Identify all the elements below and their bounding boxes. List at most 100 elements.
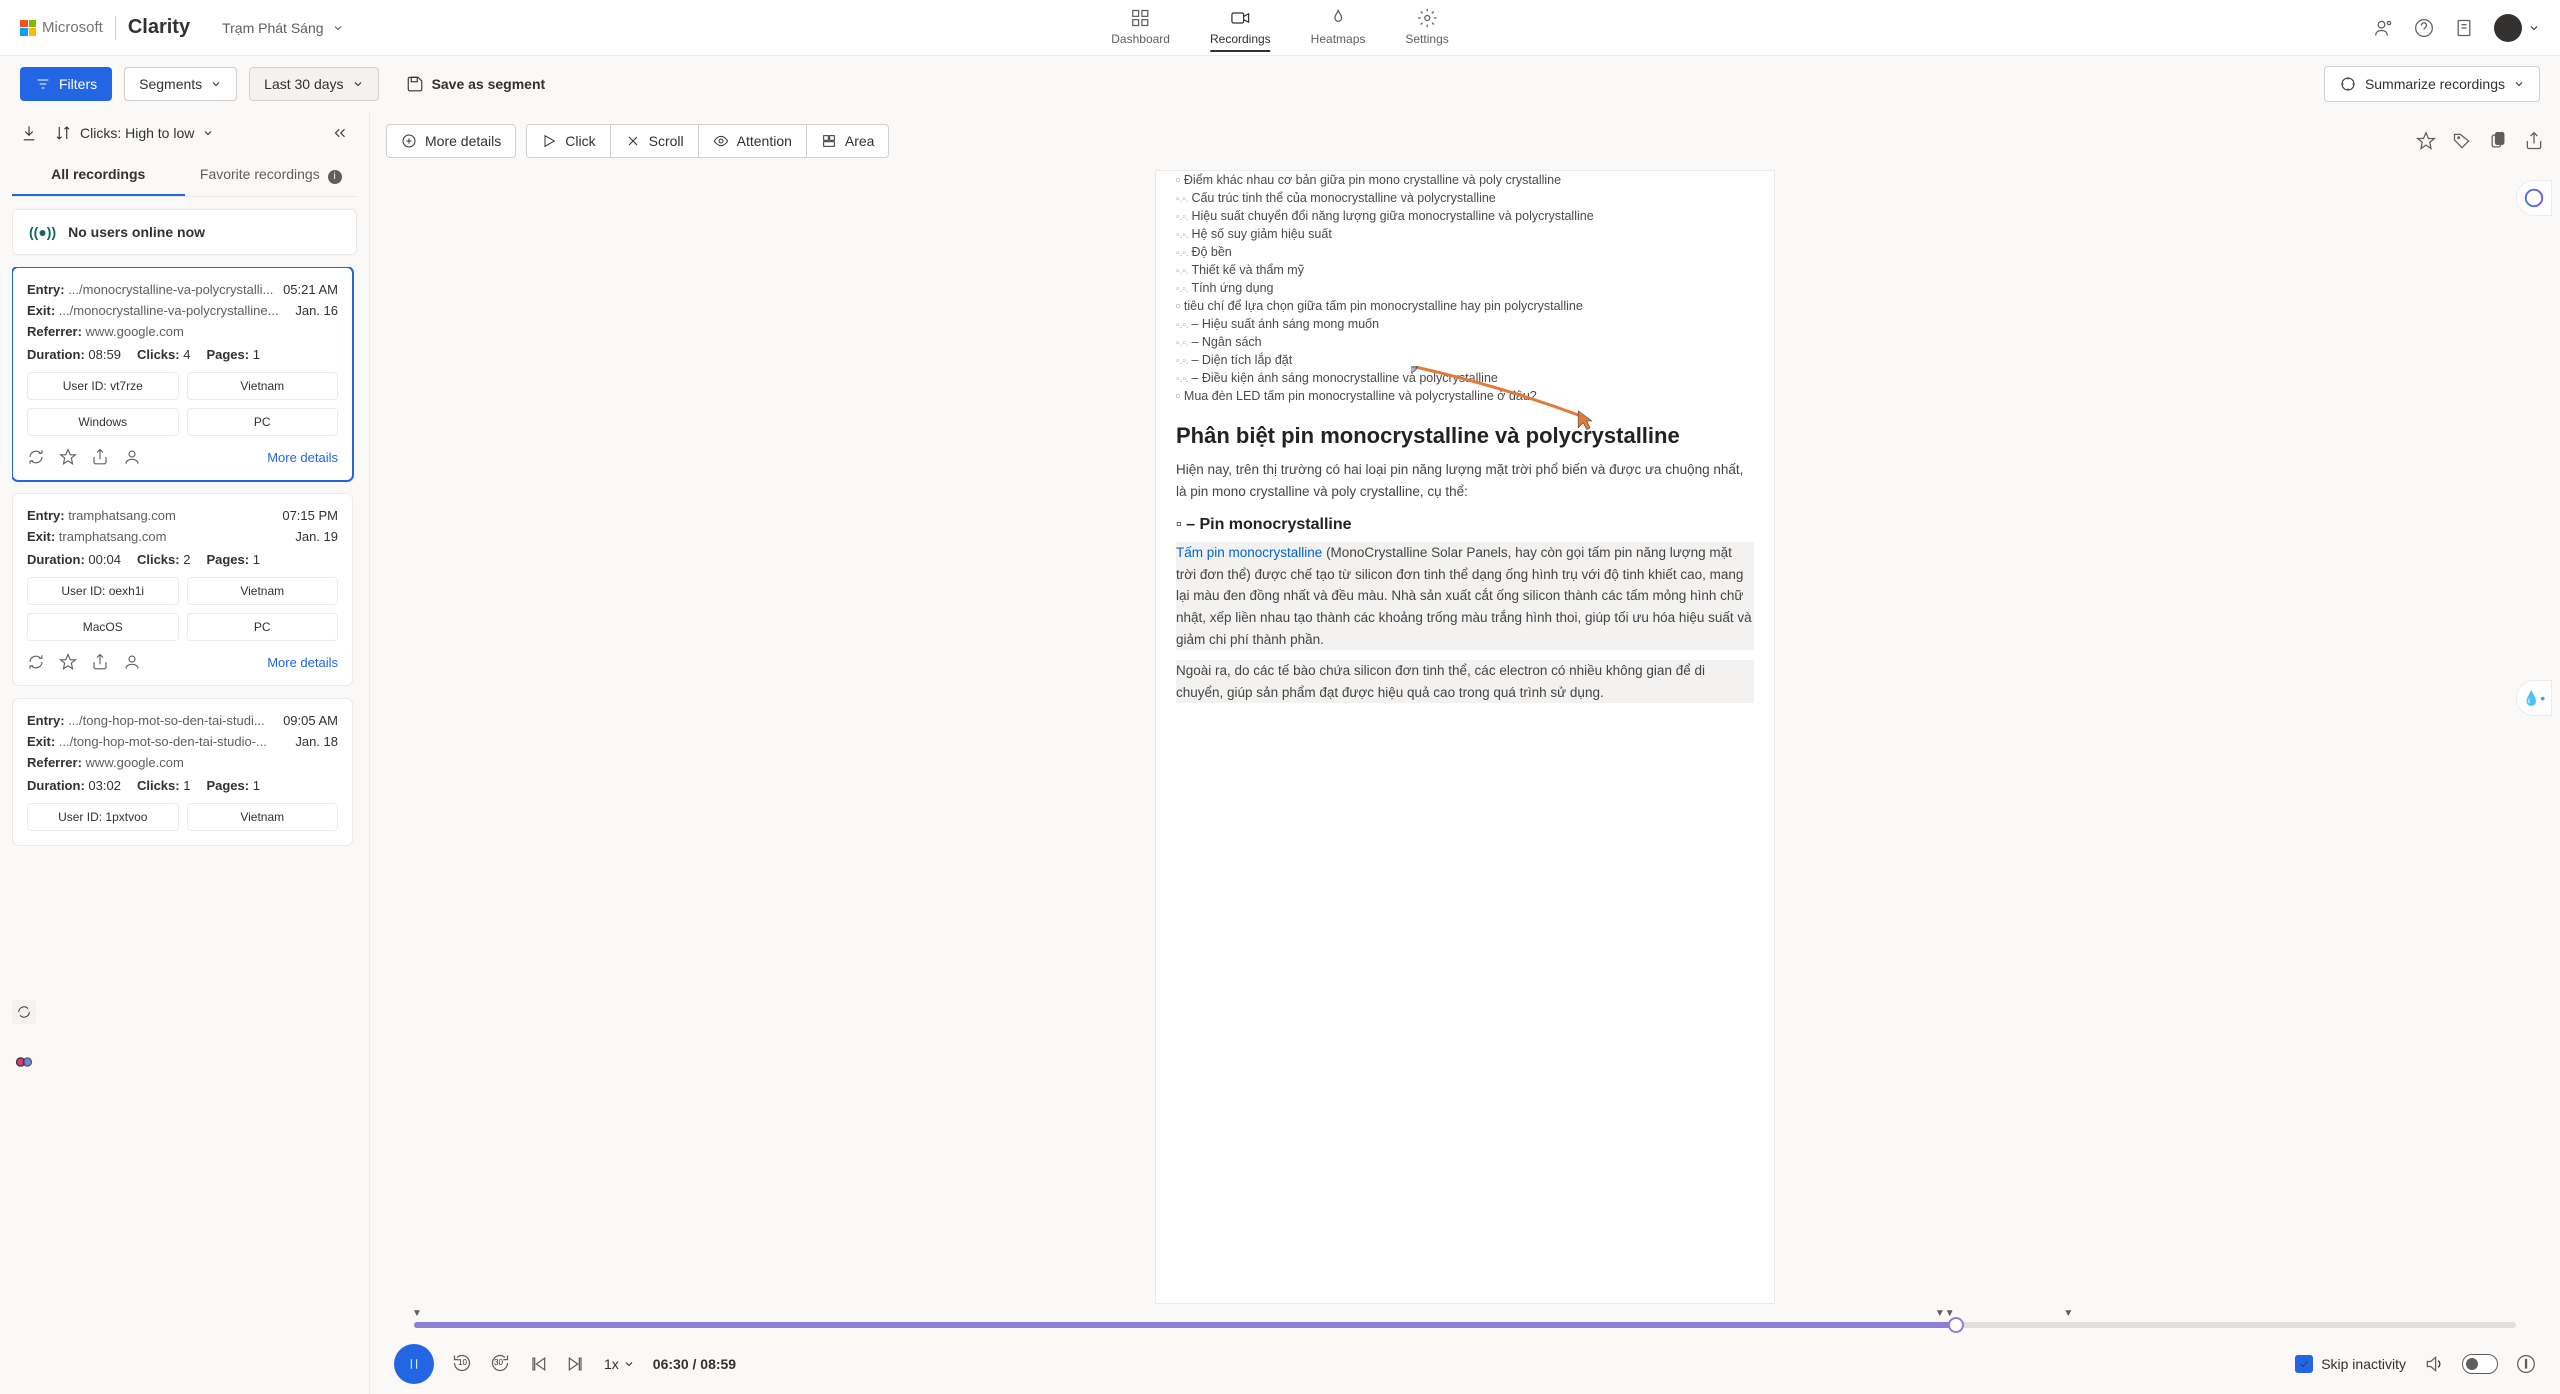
user-icon[interactable] (123, 448, 141, 466)
next-button[interactable] (566, 1354, 586, 1374)
collapse-icon[interactable] (331, 124, 349, 142)
clarity-logo[interactable]: Clarity (128, 16, 190, 39)
nav-heatmaps[interactable]: Heatmaps (1311, 4, 1366, 52)
download-icon[interactable] (20, 124, 38, 142)
timeline[interactable]: ▼ ▼▼ ▼ (394, 1312, 2536, 1332)
rec-time: 09:05 AM (283, 713, 338, 728)
nav-recordings[interactable]: Recordings (1210, 4, 1271, 52)
tag-os[interactable]: Windows (27, 408, 179, 436)
tag-userid[interactable]: User ID: oexh1i (27, 577, 179, 605)
page-preview: Điểm khác nhau cơ bản giữa pin mono crys… (1155, 170, 1775, 1304)
tag-country[interactable]: Vietnam (187, 577, 339, 605)
tag-os[interactable]: MacOS (27, 613, 179, 641)
tag-userid[interactable]: User ID: vt7rze (27, 372, 179, 400)
tag-icon[interactable] (2452, 131, 2472, 151)
toggle-switch[interactable] (2462, 1354, 2498, 1374)
refresh-icon[interactable] (27, 448, 45, 466)
copy-icon[interactable] (2488, 131, 2508, 151)
tag-country[interactable]: Vietnam (187, 372, 339, 400)
help-icon[interactable] (2414, 18, 2434, 38)
info-icon[interactable]: i (2516, 1354, 2536, 1374)
project-name-label: Trạm Phát Sáng (222, 20, 323, 36)
nav-label: Dashboard (1111, 32, 1170, 46)
recordings-list[interactable]: Entry: .../monocrystalline-va-polycrysta… (12, 267, 357, 1394)
session-viewer: Điểm khác nhau cơ bản giữa pin mono crys… (370, 170, 2560, 1304)
entry-label: Entry: (27, 282, 65, 297)
referrer-value: www.google.com (86, 324, 184, 339)
save-segment-button[interactable]: Save as segment (391, 66, 561, 102)
pages-label: Pages: (206, 347, 249, 362)
more-details-link[interactable]: More details (267, 655, 338, 670)
microsoft-logo[interactable]: Microsoft (20, 19, 103, 36)
user-menu[interactable] (2494, 14, 2540, 42)
copilot-badge[interactable] (12, 1050, 36, 1074)
speed-selector[interactable]: 1x (604, 1356, 635, 1372)
water-float-icon[interactable]: 💧• (2516, 680, 2552, 716)
forward-button[interactable]: 30 (490, 1353, 510, 1376)
user-icon[interactable] (123, 653, 141, 671)
more-details-button[interactable]: More details (386, 124, 516, 158)
content-toolbar: More details Click Scroll Attention Are (370, 112, 2560, 170)
nav-settings[interactable]: Settings (1405, 4, 1448, 52)
recording-card[interactable]: Entry: .../tong-hop-mot-so-den-tai-studi… (12, 698, 353, 846)
tag-device[interactable]: PC (187, 613, 339, 641)
save-segment-label: Save as segment (432, 76, 546, 92)
star-icon[interactable] (59, 653, 77, 671)
entry-label: Entry: (27, 713, 65, 728)
date-range-button[interactable]: Last 30 days (249, 67, 378, 101)
scroll-label: Scroll (649, 133, 684, 149)
timeline-scrubber[interactable] (1948, 1317, 1964, 1333)
pause-button[interactable] (394, 1344, 434, 1384)
clicks-value: 2 (183, 552, 190, 567)
share-icon[interactable] (91, 653, 109, 671)
divider (115, 16, 116, 40)
copilot-float-icon[interactable] (2516, 180, 2552, 216)
tab-all-recordings[interactable]: All recordings (12, 154, 185, 196)
project-selector[interactable]: Trạm Phát Sáng (222, 20, 343, 36)
controls-right: Skip inactivity i (2295, 1354, 2536, 1374)
pages-value: 1 (253, 552, 260, 567)
more-details-link[interactable]: More details (267, 450, 338, 465)
checkbox-icon (2295, 1355, 2313, 1373)
sort-button[interactable]: Clicks: High to low (54, 124, 214, 142)
exit-value: tramphatsang.com (59, 529, 167, 544)
area-mode-button[interactable]: Area (807, 125, 889, 157)
recording-card[interactable]: Entry: tramphatsang.com 07:15 PM Exit: t… (12, 493, 353, 686)
attention-mode-button[interactable]: Attention (699, 125, 807, 157)
exit-value: .../monocrystalline-va-polycrystalline..… (59, 303, 279, 318)
people-icon[interactable] (2374, 18, 2394, 38)
click-mode-button[interactable]: Click (527, 125, 610, 157)
app-header: Microsoft Clarity Trạm Phát Sáng Dashboa… (0, 0, 2560, 56)
tag-userid[interactable]: User ID: 1pxtvoo (27, 803, 179, 831)
plus-icon (401, 133, 417, 149)
exit-label: Exit: (27, 734, 55, 749)
summarize-button[interactable]: Summarize recordings (2324, 66, 2540, 102)
segments-button[interactable]: Segments (124, 67, 237, 101)
skip-inactivity-toggle[interactable]: Skip inactivity (2295, 1355, 2406, 1373)
scroll-mode-button[interactable]: Scroll (611, 125, 699, 157)
notes-icon[interactable] (2454, 18, 2474, 38)
tag-country[interactable]: Vietnam (187, 803, 339, 831)
date-range-label: Last 30 days (264, 76, 343, 92)
share-icon[interactable] (2524, 131, 2544, 151)
prev-button[interactable] (528, 1354, 548, 1374)
area-icon (821, 133, 837, 149)
chevron-down-icon (332, 22, 344, 34)
entry-value: .../monocrystalline-va-polycrystalli... (68, 282, 273, 297)
share-icon[interactable] (91, 448, 109, 466)
sort-label: Clicks: High to low (80, 125, 194, 141)
refresh-icon[interactable] (27, 653, 45, 671)
filters-button[interactable]: Filters (20, 67, 112, 101)
tag-device[interactable]: PC (187, 408, 339, 436)
rewind-button[interactable]: 10 (452, 1353, 472, 1376)
recording-card[interactable]: Entry: .../monocrystalline-va-polycrysta… (12, 267, 353, 481)
volume-icon[interactable] (2424, 1354, 2444, 1374)
star-icon[interactable] (2416, 131, 2436, 151)
scroll-icon (625, 133, 641, 149)
page-heading: Phân biệt pin monocrystalline và polycry… (1176, 423, 1754, 449)
refresh-badge[interactable] (12, 1000, 36, 1024)
star-icon[interactable] (59, 448, 77, 466)
tab-favorite-recordings[interactable]: Favorite recordings i (185, 154, 358, 196)
clicks-value: 4 (183, 347, 190, 362)
nav-dashboard[interactable]: Dashboard (1111, 4, 1170, 52)
